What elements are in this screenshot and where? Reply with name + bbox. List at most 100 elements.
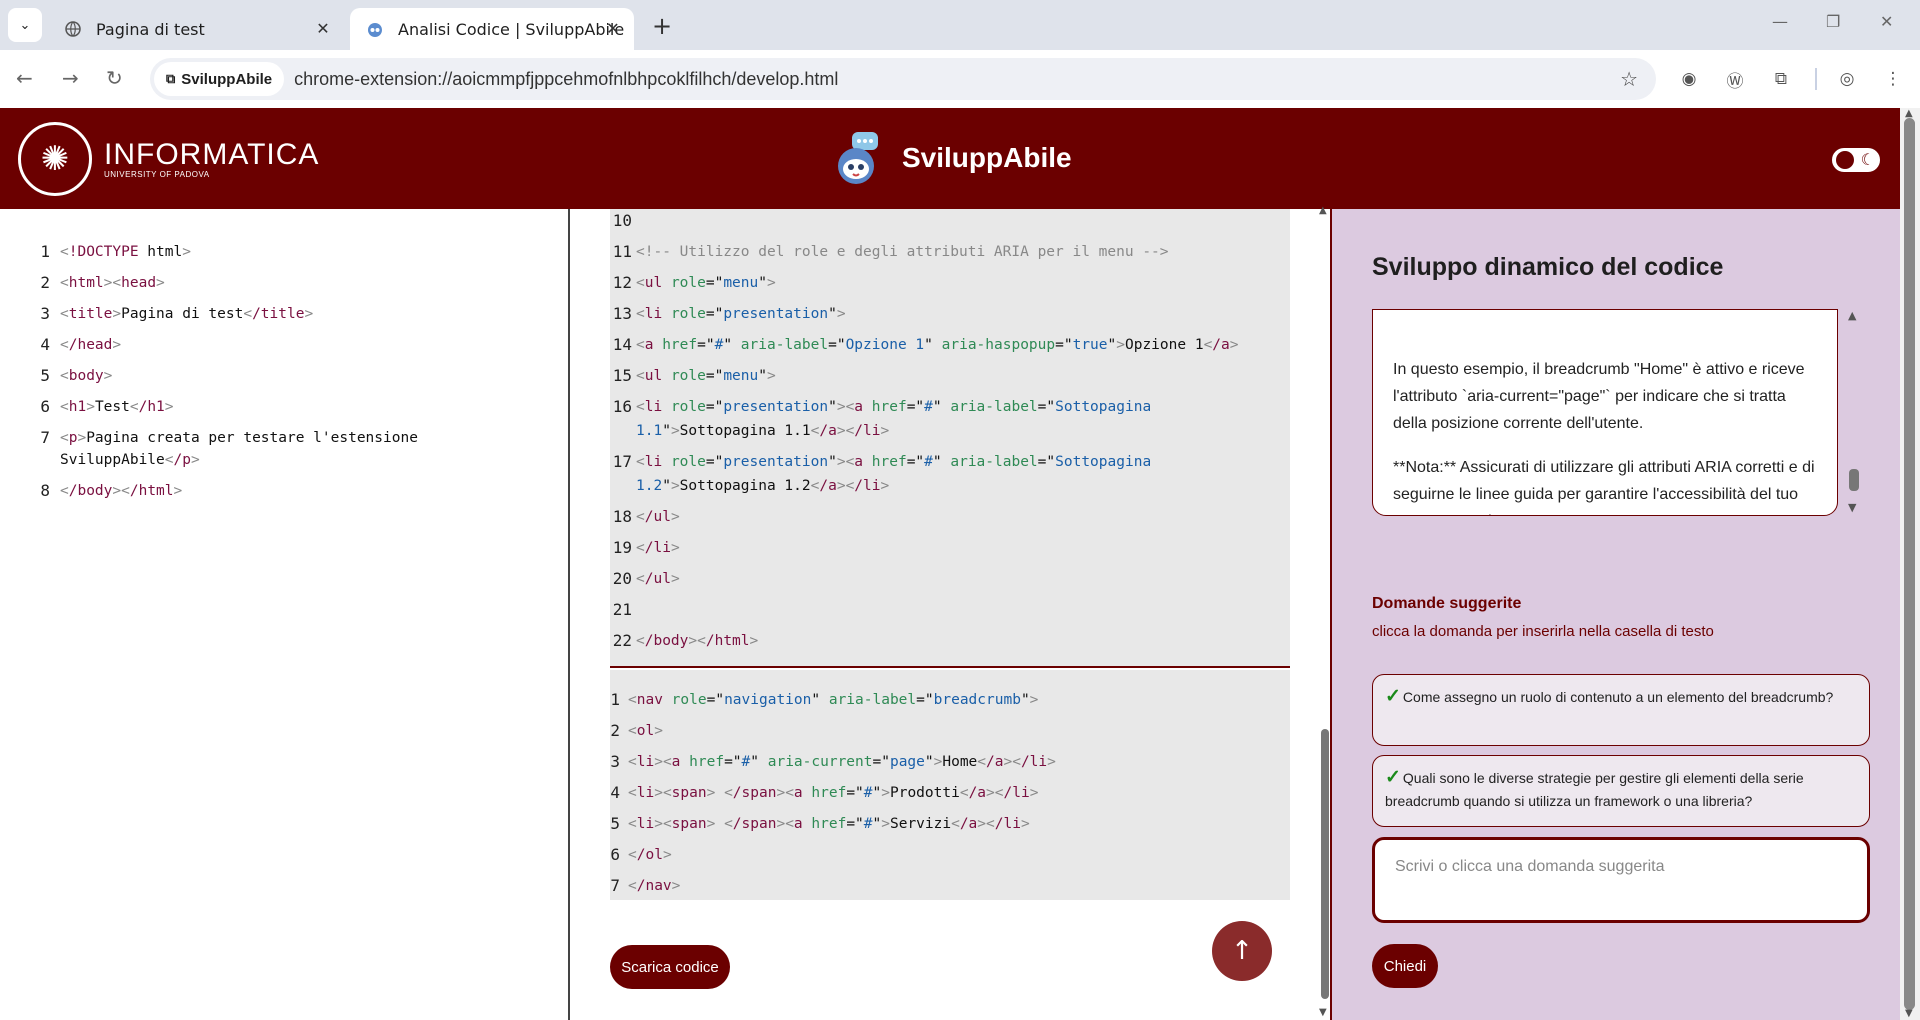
- scroll-down-arrow-icon[interactable]: ▼: [1905, 1008, 1913, 1019]
- code-line: 18 </ul>: [610, 505, 1290, 529]
- page-scrollbar[interactable]: ▲ ▼: [1900, 108, 1920, 1020]
- code-line: 2 <ol>: [610, 719, 1290, 743]
- code-line: 17 <li role="presentation"><a href="#" ar…: [610, 450, 1290, 498]
- forward-icon[interactable]: →: [62, 66, 79, 90]
- answer-note: **Nota:** Assicurati di utilizzare gli a…: [1393, 459, 1815, 515]
- line-text: <a href="#" aria-label="Opzione 1" aria-…: [636, 337, 1239, 353]
- tab-title: Pagina di test: [96, 19, 205, 39]
- tab-bar: ⌄ Pagina di test ✕ Analisi Codice | Svil…: [0, 0, 1920, 50]
- suggested-title: Domande suggerite: [1372, 595, 1522, 612]
- checkmark-icon: ✓: [1385, 686, 1401, 707]
- line-text: </head>: [60, 337, 122, 353]
- code-line: 16 <li role="presentation"><a href="#" ar…: [610, 395, 1290, 443]
- scroll-to-top-button[interactable]: ↑: [1212, 921, 1272, 981]
- line-text: <title>Pagina di test</title>: [60, 306, 314, 322]
- scroll-down-arrow-icon[interactable]: ▼: [1848, 501, 1856, 514]
- line-number: 14: [612, 335, 632, 354]
- address-bar[interactable]: ⧉ SviluppAbile chrome-extension://aoicmmp…: [150, 58, 1656, 100]
- code-line: 6 <h1>Test</h1>: [30, 396, 550, 418]
- line-text: <li role="presentation"><a href="#" aria…: [636, 399, 1160, 439]
- restore-icon[interactable]: ❐: [1826, 12, 1840, 31]
- line-number: 16: [612, 397, 632, 416]
- question-input[interactable]: Scrivi o clicca una domanda suggerita: [1372, 837, 1870, 923]
- line-text: </li>: [636, 540, 680, 556]
- code-scrollbar[interactable]: ▲ ▼: [1318, 205, 1330, 1020]
- bookmark-star-icon[interactable]: ☆: [1620, 67, 1638, 91]
- line-text: </body></html>: [60, 483, 183, 499]
- browser-chrome: ⌄ Pagina di test ✕ Analisi Codice | Svil…: [0, 0, 1920, 108]
- scroll-up-arrow-icon[interactable]: ▲: [1848, 309, 1856, 322]
- line-number: 7: [610, 876, 620, 895]
- arrow-up-icon: ↑: [1231, 936, 1253, 966]
- profile-icon[interactable]: ◎: [1834, 66, 1860, 92]
- close-tab-icon[interactable]: ✕: [314, 20, 332, 38]
- line-number: 4: [40, 335, 50, 354]
- mascot-extension-icon[interactable]: ◉: [1676, 66, 1702, 92]
- tab-analisi-codice[interactable]: Analisi Codice | SviluppAbile ✕: [350, 8, 634, 50]
- w-extension-icon[interactable]: Ⓦ: [1722, 66, 1748, 92]
- checkmark-icon: ✓: [1385, 767, 1401, 788]
- line-number: 6: [610, 845, 620, 864]
- chat-panel: Sviluppo dinamico del codice In questo e…: [1330, 209, 1900, 1020]
- scrollbar-thumb[interactable]: [1904, 118, 1915, 1010]
- line-number: 13: [612, 304, 632, 323]
- code-line: 21: [610, 598, 1290, 622]
- code-line: 20 </ul>: [610, 567, 1290, 591]
- university-name: INFORMATICA: [104, 138, 320, 171]
- new-tab-icon[interactable]: +: [652, 12, 672, 40]
- tab-search-button[interactable]: ⌄: [8, 8, 42, 42]
- line-number: 5: [610, 814, 620, 833]
- line-text: </body></html>: [636, 633, 759, 649]
- reload-icon[interactable]: ↻: [106, 66, 123, 90]
- minimize-icon[interactable]: —: [1772, 12, 1788, 31]
- suggested-subtitle: clicca la domanda per inserirla nella ca…: [1372, 623, 1714, 640]
- tab-title: Analisi Codice | SviluppAbile: [398, 19, 625, 39]
- line-number: 6: [40, 397, 50, 416]
- line-number: 17: [612, 452, 632, 471]
- line-number: 11: [612, 242, 632, 261]
- line-text: <!-- Utilizzo del role e degli attributi…: [636, 244, 1169, 260]
- line-number: 4: [610, 783, 620, 802]
- suggested-question[interactable]: ✓ Come assegno un ruolo di contenuto a un…: [1372, 674, 1870, 746]
- line-number: 7: [40, 428, 50, 447]
- dark-mode-toggle[interactable]: ☾: [1832, 148, 1880, 172]
- line-number: 15: [612, 366, 632, 385]
- answer-scrollbar[interactable]: ▲ ▼: [1846, 309, 1860, 516]
- globe-icon: [64, 20, 82, 38]
- code-line: 22 </body></html>: [610, 629, 1290, 653]
- scroll-up-arrow-icon[interactable]: ▲: [1319, 205, 1327, 216]
- app-title: SviluppAbile: [902, 142, 1072, 173]
- code-line: 6 </ol>: [610, 843, 1290, 867]
- puzzle-icon[interactable]: ⧉: [1768, 66, 1794, 92]
- close-window-icon[interactable]: ✕: [1880, 12, 1893, 31]
- code-line: 5 <body>: [30, 365, 550, 387]
- line-number: 2: [40, 273, 50, 292]
- answer-paragraph: In questo esempio, il breadcrumb "Home" …: [1393, 361, 1805, 432]
- close-tab-icon[interactable]: ✕: [604, 20, 622, 38]
- scrollbar-thumb[interactable]: [1849, 469, 1859, 491]
- tab-pagina-di-test[interactable]: Pagina di test ✕: [48, 8, 344, 50]
- panel-title: Sviluppo dinamico del codice: [1372, 253, 1724, 281]
- scrollbar-thumb[interactable]: [1321, 729, 1329, 999]
- scroll-down-arrow-icon[interactable]: ▼: [1319, 1007, 1327, 1018]
- back-icon[interactable]: ←: [16, 66, 33, 90]
- original-code-panel: 1 <!DOCTYPE html> 2 <html><head> 3 <title>Pag…: [0, 209, 570, 1020]
- line-text: <ol>: [628, 723, 663, 739]
- snippet-code: 1 <nav role="navigation" aria-label="brea…: [610, 670, 1290, 900]
- ask-button[interactable]: Chiedi: [1372, 944, 1438, 988]
- chevron-down-icon: ⌄: [19, 17, 31, 33]
- code-line: 5 <li><span> </span><a href="#">Servizi</…: [610, 812, 1290, 836]
- line-text: <html><head>: [60, 275, 165, 291]
- line-number: 18: [612, 507, 632, 526]
- more-menu-icon[interactable]: ⋮: [1880, 66, 1906, 92]
- site-chip[interactable]: ⧉ SviluppAbile: [154, 62, 285, 96]
- code-line: 14 <a href="#" aria-label="Opzione 1" ari…: [610, 333, 1290, 357]
- code-line: 12 <ul role="menu">: [610, 271, 1290, 295]
- download-code-button[interactable]: Scarica codice: [610, 945, 730, 989]
- line-number: 3: [40, 304, 50, 323]
- university-logo-icon: ✺: [18, 122, 92, 196]
- line-text: <ul role="menu">: [636, 275, 776, 291]
- url-text[interactable]: chrome-extension://aoicmmpfjppcehmofnlbh…: [294, 69, 838, 90]
- suggested-question[interactable]: ✓ Quali sono le diverse strategie per ges…: [1372, 755, 1870, 827]
- code-line: 8 </body></html>: [30, 480, 550, 502]
